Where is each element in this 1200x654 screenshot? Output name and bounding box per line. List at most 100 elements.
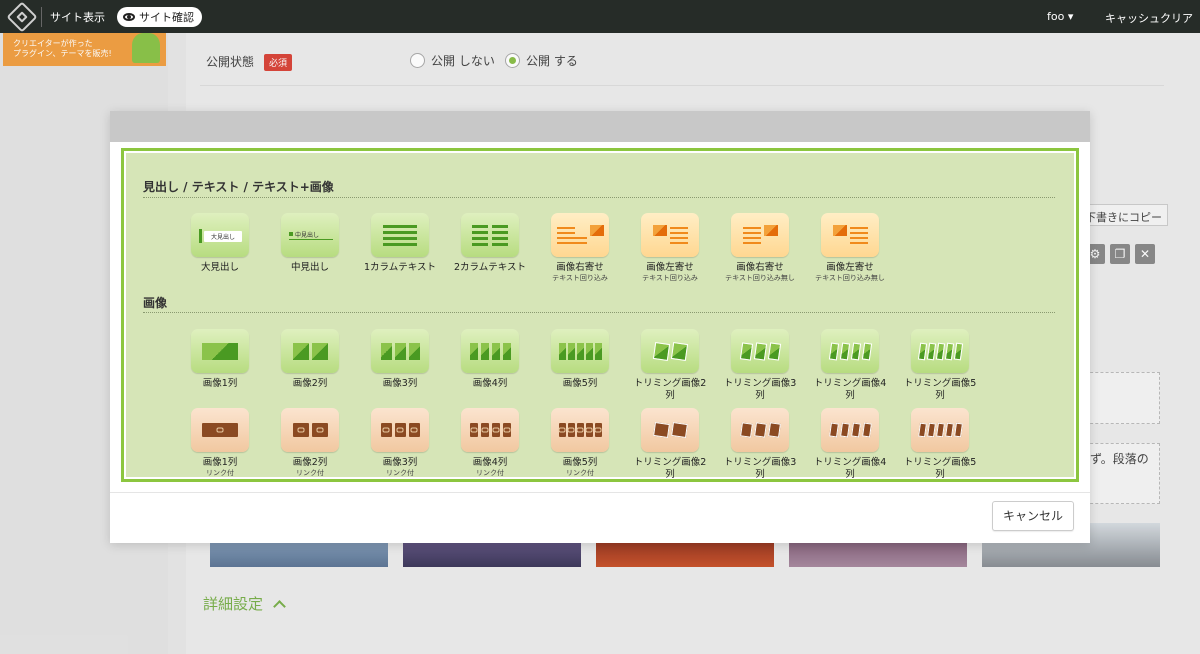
item-sublabel: リンク付 [476, 469, 504, 477]
item-sublabel: テキスト回り込み [642, 274, 698, 282]
unit-image-right-wrap[interactable]: 画像右寄せ テキスト回り込み [540, 213, 620, 283]
item-label: 画像左寄せ [826, 262, 874, 273]
item-label: 1カラムテキスト [364, 262, 436, 273]
item-label: 画像左寄せ [646, 262, 694, 273]
modal-header [110, 111, 1090, 142]
tile [821, 329, 879, 373]
eye-icon [123, 12, 135, 21]
item-label: トリミング画像2列 [633, 378, 707, 401]
unit-trim-image-4col[interactable]: トリミング画像4列 [810, 329, 890, 402]
tile-text: 大見出し [204, 231, 242, 242]
tile [281, 408, 339, 452]
item-label: 画像5列 [562, 457, 598, 468]
item-sublabel: リンク付 [206, 469, 234, 477]
unit-image-1col[interactable]: 画像1列 [180, 329, 260, 390]
unit-image-4col[interactable]: 画像4列 [450, 329, 530, 390]
unit-trim-image-5col[interactable]: トリミング画像5列 [900, 329, 980, 402]
item-label: トリミング画像5列 [903, 457, 977, 480]
divider [41, 6, 42, 27]
unit-image-5col-link[interactable]: 画像5列 リンク付 [540, 408, 620, 478]
tile [281, 329, 339, 373]
item-label: 画像3列 [382, 457, 418, 468]
item-label: 画像右寄せ [556, 262, 604, 273]
top-bar: サイト表示 サイト確認 foo ▾ キャッシュクリア [0, 0, 1200, 33]
item-sublabel: テキスト回り込み無し [815, 274, 885, 282]
unit-medium-heading[interactable]: 中見出し 中見出し [270, 213, 350, 274]
unit-trim-image-3col[interactable]: トリミング画像3列 [720, 329, 800, 402]
item-label: 画像1列 [202, 378, 238, 389]
site-check-button[interactable]: サイト確認 [117, 6, 202, 27]
tile [731, 329, 789, 373]
unit-image-2col[interactable]: 画像2列 [270, 329, 350, 390]
tile [461, 408, 519, 452]
item-label: 画像右寄せ [736, 262, 784, 273]
unit-image-left-wrap[interactable]: 画像左寄せ テキスト回り込み [630, 213, 710, 283]
unit-trim-image-2col[interactable]: トリミング画像2列 [630, 329, 710, 402]
tile-text: 中見出し [295, 232, 320, 239]
item-label: 画像5列 [562, 378, 598, 389]
unit-select-modal: 見出し / テキスト / テキスト+画像 大見出し 大見出し 中見出し 中見出し [110, 111, 1090, 543]
section-title: 画像 [143, 296, 168, 310]
unit-image-4col-link[interactable]: 画像4列 リンク付 [450, 408, 530, 478]
item-sublabel: リンク付 [566, 469, 594, 477]
item-label: 画像3列 [382, 378, 418, 389]
section-title: 見出し / テキスト / テキスト+画像 [143, 180, 334, 194]
unit-trim-image-2col-link[interactable]: トリミング画像2列 [630, 408, 710, 480]
item-sublabel: リンク付 [386, 469, 414, 477]
section-divider [143, 197, 1055, 198]
unit-trim-image-3col-link[interactable]: トリミング画像3列 [720, 408, 800, 479]
unit-1col-text[interactable]: 1カラムテキスト [360, 213, 440, 274]
unit-image-1col-link[interactable]: 画像1列 リンク付 [180, 408, 260, 478]
tile [191, 408, 249, 452]
item-label: 画像1列 [202, 457, 238, 468]
tile [641, 408, 699, 452]
tile [911, 329, 969, 373]
tile [911, 408, 969, 452]
tile: 中見出し [281, 213, 339, 257]
tile [731, 408, 789, 452]
app-logo-icon[interactable] [6, 0, 38, 33]
item-label: 画像4列 [472, 378, 508, 389]
unit-trim-image-5col-link[interactable]: トリミング画像5列 [900, 408, 980, 480]
tile [371, 408, 429, 452]
item-sublabel: リンク付 [296, 469, 324, 477]
tile [371, 329, 429, 373]
unit-large-heading[interactable]: 大見出し 大見出し [180, 213, 260, 274]
tile [371, 213, 429, 257]
tile [551, 408, 609, 452]
user-menu[interactable]: foo ▾ [1047, 10, 1073, 23]
unit-image-3col[interactable]: 画像3列 [360, 329, 440, 390]
site-check-label: サイト確認 [139, 10, 194, 24]
site-view-link[interactable]: サイト表示 [50, 9, 105, 25]
tile [461, 329, 519, 373]
tile [461, 213, 519, 257]
tile: 大見出し [191, 213, 249, 257]
tile [731, 213, 789, 257]
unit-image-right-nowrap[interactable]: 画像右寄せ テキスト回り込み無し [720, 213, 800, 283]
cancel-button[interactable]: キャンセル [992, 501, 1074, 531]
unit-panel: 見出し / テキスト / テキスト+画像 大見出し 大見出し 中見出し 中見出し [121, 148, 1079, 482]
tile [551, 329, 609, 373]
unit-image-5col[interactable]: 画像5列 [540, 329, 620, 390]
item-label: トリミング画像4列 [813, 457, 887, 480]
tile [641, 213, 699, 257]
item-label: トリミング画像3列 [723, 378, 797, 401]
item-label: トリミング画像2列 [633, 457, 707, 480]
item-sublabel: テキスト回り込み無し [725, 274, 795, 282]
unit-2col-text[interactable]: 2カラムテキスト [450, 213, 530, 274]
item-label: 中見出し [290, 262, 329, 273]
unit-image-left-nowrap[interactable]: 画像左寄せ テキスト回り込み無し [810, 213, 890, 283]
unit-trim-image-4col-link[interactable]: トリミング画像4列 [810, 408, 890, 480]
tile [551, 213, 609, 257]
unit-image-2col-link[interactable]: 画像2列 リンク付 [270, 408, 350, 478]
tile [821, 408, 879, 452]
unit-image-3col-link[interactable]: 画像3列 リンク付 [360, 408, 440, 478]
cache-clear-link[interactable]: キャッシュクリア [1105, 10, 1193, 26]
item-label: 画像2列 [292, 457, 328, 468]
item-label: トリミング画像4列 [813, 378, 887, 401]
divider [110, 492, 1090, 493]
tile [641, 329, 699, 373]
tile [821, 213, 879, 257]
item-label: 2カラムテキスト [454, 262, 526, 273]
item-label: 大見出し [200, 262, 239, 273]
